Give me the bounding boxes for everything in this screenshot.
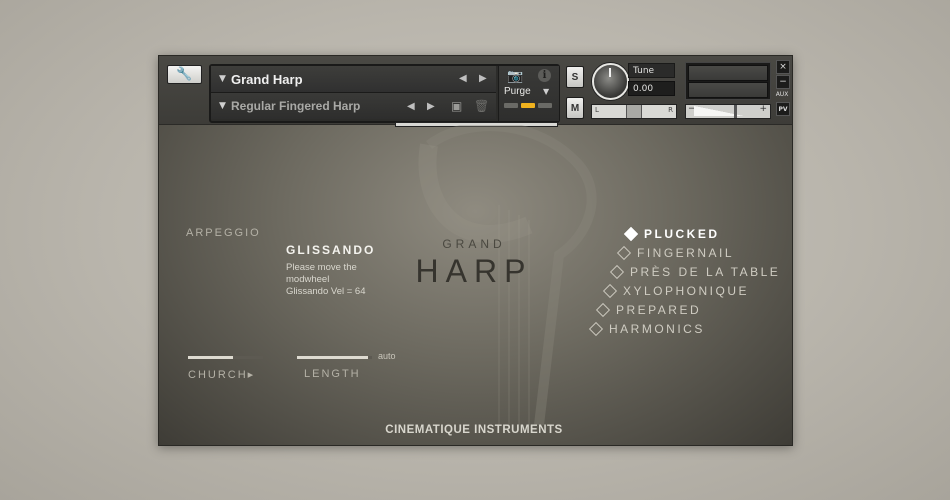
title-grand: GRAND: [442, 237, 506, 251]
level-meter: [685, 62, 771, 100]
wrench-icon[interactable]: 🔧: [167, 65, 202, 84]
instrument-window: 🔧 ▼ Grand Harp ◀ ▶ ▼ Regular Fingered Ha…: [158, 55, 793, 446]
solo-button[interactable]: S: [566, 66, 584, 88]
glissando-desc-line: modwheel: [286, 274, 330, 285]
pan-slider[interactable]: L R: [591, 104, 677, 119]
aux-button[interactable]: AUX: [776, 88, 789, 100]
instrument-row[interactable]: ▼ Grand Harp ◀ ▶: [211, 66, 496, 93]
length-label: LENGTH: [304, 368, 361, 380]
tune-label: Tune: [628, 63, 675, 78]
articulation-label: PLUCKED: [644, 227, 720, 241]
glissando-description: Please move the modwheel Glissando Vel =…: [286, 262, 396, 298]
volume-thumb[interactable]: [734, 105, 737, 118]
patch-name[interactable]: Regular Fingered Harp: [231, 99, 360, 113]
pan-left-label: L: [595, 106, 599, 114]
prev-instrument-icon[interactable]: ◀: [459, 73, 467, 84]
minimize-button[interactable]: −: [776, 75, 790, 89]
led: [504, 103, 518, 108]
camera-icon[interactable]: 📷: [507, 69, 523, 84]
tune-value[interactable]: 0.00: [628, 81, 675, 96]
arpeggio-button[interactable]: ARPEGGIO: [186, 227, 261, 239]
pv-button[interactable]: PV: [776, 102, 790, 116]
pan-thumb[interactable]: [626, 105, 642, 118]
meter-left-channel: [688, 65, 768, 81]
dropdown-triangle-icon[interactable]: ▼: [219, 74, 231, 84]
church-slider[interactable]: [188, 356, 263, 359]
title-harp: HARP: [415, 253, 533, 289]
length-slider-fill: [297, 356, 369, 359]
articulation-item[interactable]: FINGERNAIL: [616, 245, 735, 261]
articulation-item[interactable]: PLUCKED: [623, 226, 720, 242]
length-slider[interactable]: [297, 356, 372, 359]
purge-dropdown-icon[interactable]: ▼: [543, 87, 549, 96]
articulation-label: XYLOPHONIQUE: [623, 284, 750, 298]
save-icon[interactable]: ▣: [451, 99, 462, 113]
close-button[interactable]: ×: [776, 60, 790, 74]
articulation-item[interactable]: PREPARED: [595, 302, 702, 318]
tune-knob[interactable]: [592, 63, 629, 100]
trash-icon[interactable]: 🗑: [474, 99, 489, 113]
instrument-name[interactable]: Grand Harp: [231, 72, 303, 87]
diamond-icon: [595, 302, 611, 318]
next-patch-icon[interactable]: ▶: [427, 101, 435, 112]
info-icon[interactable]: i: [538, 69, 551, 82]
dropdown-triangle-icon[interactable]: ▼: [219, 101, 231, 111]
diamond-icon: [609, 264, 625, 280]
glissando-button[interactable]: GLISSANDO: [286, 243, 375, 257]
diamond-icon: [588, 321, 604, 337]
diamond-icon: [616, 245, 632, 261]
mute-button[interactable]: M: [566, 97, 584, 119]
next-instrument-icon[interactable]: ▶: [479, 73, 487, 84]
glissando-desc-line: Please move the: [286, 262, 357, 273]
patch-row[interactable]: ▼ Regular Fingered Harp ◀ ▶ ▣ 🗑: [211, 93, 496, 119]
diamond-icon: [602, 283, 618, 299]
articulation-label: HARMONICS: [609, 322, 705, 336]
diamond-icon: [623, 226, 639, 242]
meter-right-channel: [688, 82, 768, 98]
purge-leds: [504, 103, 552, 108]
church-label[interactable]: CHURCH▸: [188, 368, 255, 381]
articulation-item[interactable]: PRÈS DE LA TABLE: [609, 264, 781, 280]
volume-slider[interactable]: − +: [685, 104, 771, 119]
prev-patch-icon[interactable]: ◀: [407, 101, 415, 112]
instrument-header: 🔧 ▼ Grand Harp ◀ ▶ ▼ Regular Fingered Ha…: [159, 56, 792, 127]
brand-logo: CINEMATIQUE INSTRUMENTS: [385, 424, 563, 436]
pan-right-label: R: [668, 106, 673, 114]
instrument-main-panel: GRAND HARP ARPEGGIO GLISSANDO Please mov…: [159, 125, 792, 445]
led: [538, 103, 552, 108]
purge-button[interactable]: Purge: [504, 86, 531, 97]
volume-plus[interactable]: +: [759, 104, 767, 114]
purge-panel: 📷 i Purge ▼: [498, 66, 559, 121]
church-slider-fill: [188, 356, 233, 359]
led-active: [521, 103, 535, 108]
auto-label[interactable]: auto: [378, 351, 396, 361]
articulation-label: PREPARED: [616, 303, 702, 317]
glissando-desc-line: Glissando Vel = 64: [286, 286, 366, 297]
articulation-label: FINGERNAIL: [637, 246, 735, 260]
articulation-item[interactable]: XYLOPHONIQUE: [602, 283, 750, 299]
articulation-item[interactable]: HARMONICS: [588, 321, 705, 337]
instrument-info-panel: ▼ Grand Harp ◀ ▶ ▼ Regular Fingered Harp…: [209, 64, 560, 123]
articulation-label: PRÈS DE LA TABLE: [630, 265, 781, 279]
